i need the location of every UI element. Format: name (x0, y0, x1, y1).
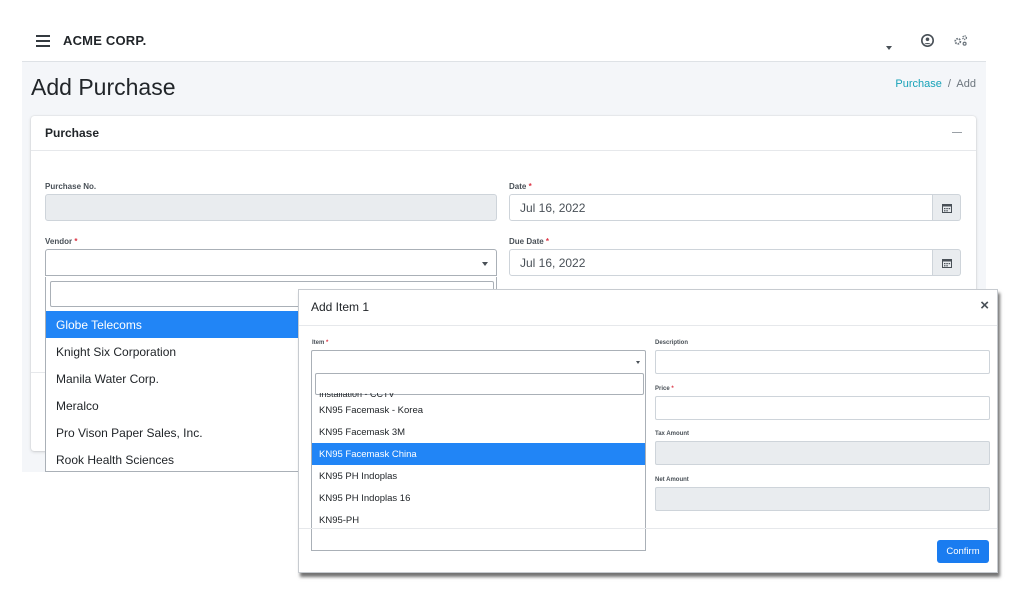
item-dropdown: Installation - CCTV KN95 Facemask - Kore… (311, 370, 646, 551)
top-navbar: ACME CORP. (22, 22, 986, 62)
price-label: Price * (655, 386, 674, 392)
item-search-input[interactable] (315, 373, 644, 395)
description-input[interactable] (655, 350, 990, 374)
brand-name: ACME CORP. (63, 33, 147, 48)
caret-down-icon (636, 361, 640, 364)
item-option[interactable]: KN95 Facemask - Korea (312, 399, 645, 421)
item-select[interactable] (311, 350, 646, 372)
item-option[interactable]: KN95 PH Indoplas (312, 465, 645, 487)
modal-title: Add Item 1 (311, 300, 370, 314)
modal-header: Add Item 1 × (299, 290, 997, 326)
date-label: Date * (509, 182, 532, 191)
item-option[interactable]: KN95 Facemask China (312, 443, 645, 465)
page-title: Add Purchase (31, 74, 176, 100)
confirm-button[interactable]: Confirm (937, 540, 989, 563)
modal-footer: Confirm (299, 528, 997, 574)
add-item-modal: Add Item 1 × Item * Installation - CCTV … (298, 289, 998, 573)
vendor-label: Vendor * (45, 237, 78, 246)
card-title: Purchase (45, 126, 100, 140)
breadcrumb-separator: / (947, 78, 951, 90)
tax-amount-input[interactable] (655, 441, 990, 465)
card-header: Purchase (31, 116, 976, 151)
price-input[interactable] (655, 396, 990, 420)
cogs-icon[interactable] (953, 34, 969, 51)
item-label: Item * (312, 340, 329, 346)
tax-amount-label: Tax Amount (655, 431, 689, 437)
due-date-input[interactable]: Jul 16, 2022 (509, 249, 933, 276)
item-option[interactable]: KN95 Facemask 3M (312, 421, 645, 443)
user-circle-icon[interactable] (921, 34, 934, 51)
hamburger-icon[interactable] (36, 35, 50, 47)
due-date-label: Due Date * (509, 237, 550, 246)
item-option[interactable]: KN95 PH Indoplas 16 (312, 487, 645, 509)
breadcrumb-current: Add (956, 78, 976, 90)
vendor-select[interactable] (45, 249, 497, 276)
close-icon[interactable]: × (980, 297, 989, 314)
purchase-no-input[interactable] (45, 194, 497, 221)
breadcrumb: Purchase / Add (895, 78, 976, 90)
net-amount-input[interactable] (655, 487, 990, 511)
purchase-no-label: Purchase No. (45, 182, 97, 191)
date-input[interactable]: Jul 16, 2022 (509, 194, 933, 221)
calendar-icon[interactable] (933, 194, 961, 221)
breadcrumb-link-purchase[interactable]: Purchase (895, 78, 941, 90)
description-label: Description (655, 340, 689, 346)
caret-down-icon (482, 262, 488, 266)
net-amount-label: Net Amount (655, 477, 689, 483)
calendar-icon[interactable] (933, 249, 961, 276)
caret-down-icon[interactable] (886, 38, 892, 54)
collapse-icon[interactable] (952, 132, 962, 133)
